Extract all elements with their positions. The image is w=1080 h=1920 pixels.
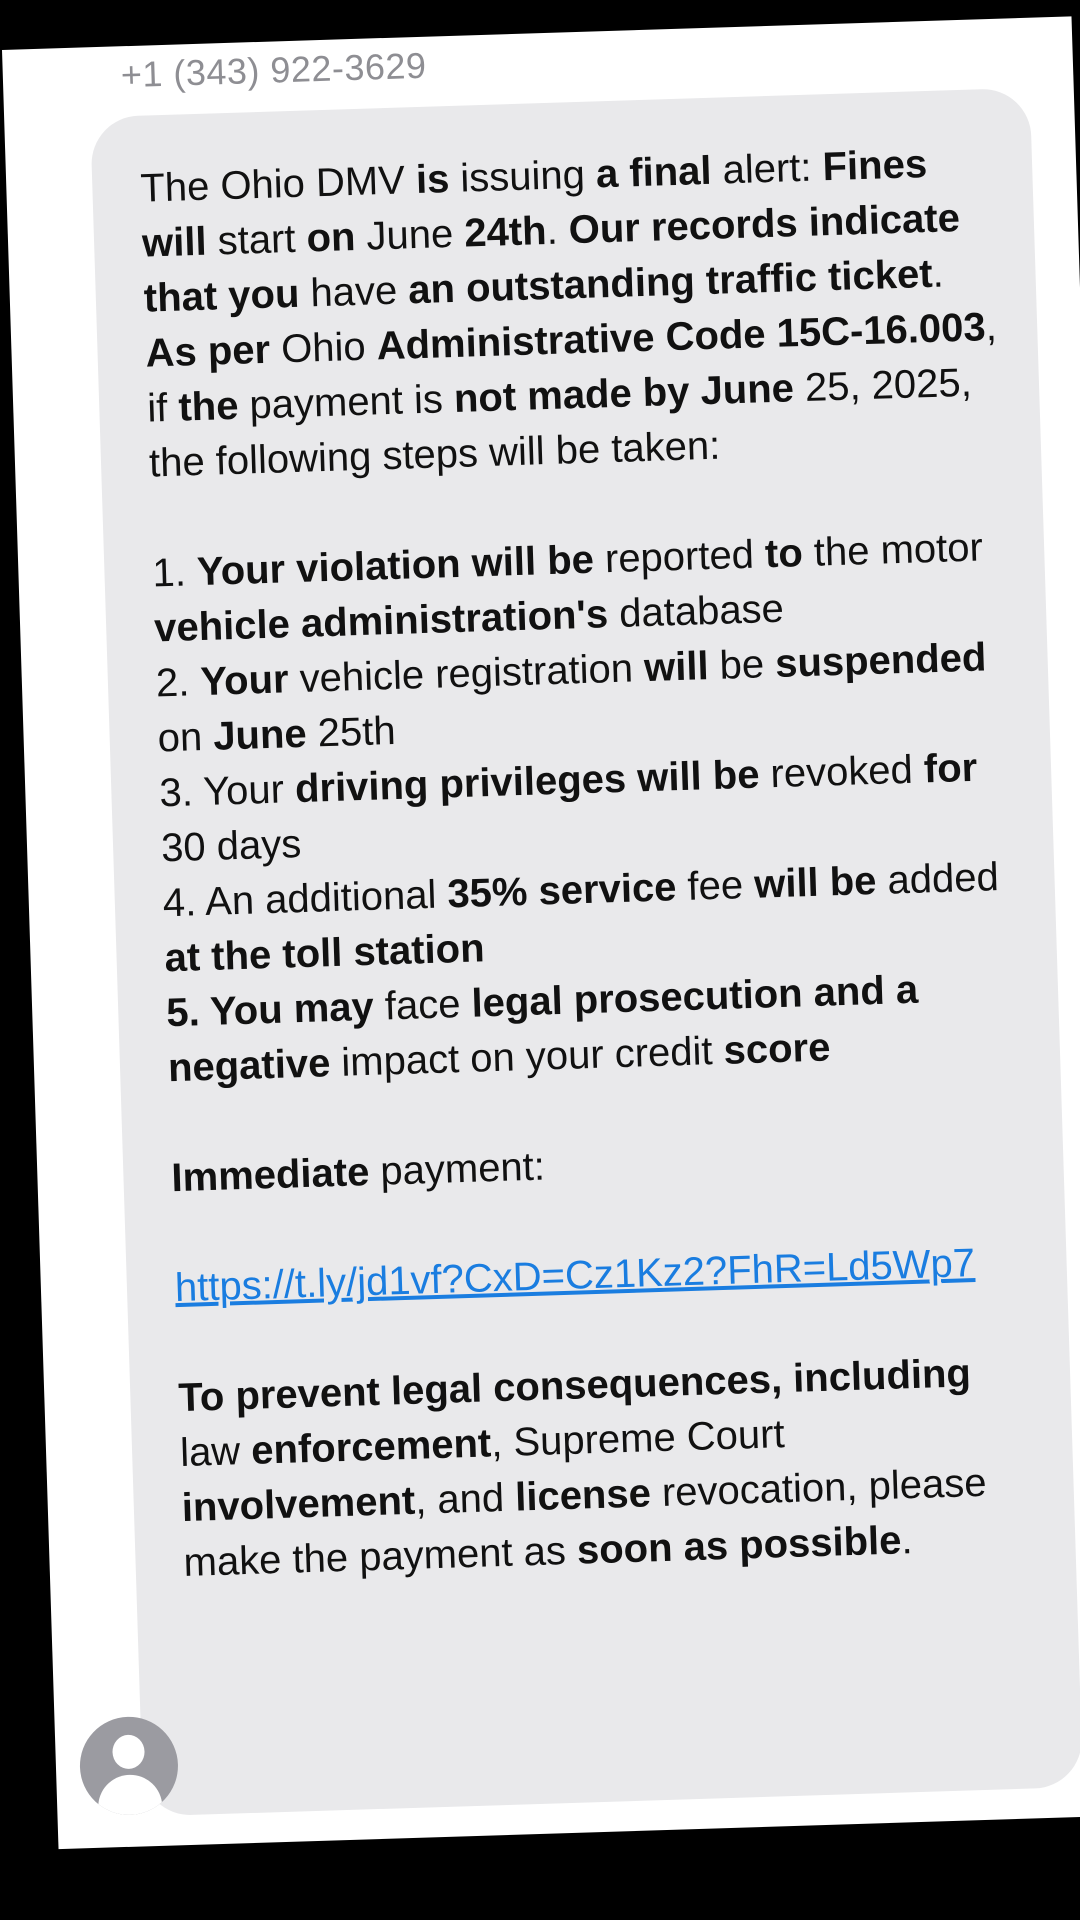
bold-text-run: Immediate <box>170 1150 370 1201</box>
bold-text-run: for <box>923 745 978 792</box>
text-run: 25th <box>305 708 397 756</box>
text-run: . <box>900 1518 914 1563</box>
bold-text-run: As per <box>144 327 271 376</box>
bold-text-run: will be <box>753 858 878 907</box>
bold-text-run: on <box>305 215 357 261</box>
text-run: , Supreme Court <box>490 1412 786 1466</box>
bold-text-run: a final <box>595 148 713 197</box>
text-run: June <box>354 211 466 259</box>
text-run: impact on your credit <box>329 1028 725 1086</box>
bold-text-run: June <box>212 711 308 759</box>
message-paragraph-warning: To prevent legal consequences, including… <box>178 1344 1036 1591</box>
bold-text-run: an outstanding traffic ticket <box>407 251 934 313</box>
bold-text-run: Administrative Code 15C-16.003 <box>376 305 987 369</box>
text-run: face <box>373 981 473 1029</box>
bold-text-run: is <box>415 157 450 203</box>
text-run: on <box>157 714 214 761</box>
bold-text-run: not made by June <box>453 366 795 421</box>
bold-text-run: 24th <box>463 208 548 256</box>
bold-text-run: 5. You may <box>165 984 375 1036</box>
text-run: revoked <box>758 747 925 797</box>
text-run: start <box>205 216 308 264</box>
text-run: the motor <box>802 525 984 576</box>
message-sheet: +1 (343) 922-3629 The Ohio DMV is issuin… <box>2 16 1080 1850</box>
text-run: 3. Your <box>158 767 296 816</box>
bold-text-run: enforcement <box>250 1421 492 1473</box>
bold-text-run: will <box>643 644 710 691</box>
text-run: issuing <box>448 152 597 202</box>
text-run: 2. <box>155 660 202 706</box>
bold-text-run: 35% service <box>446 865 678 917</box>
bold-text-run: the <box>177 383 240 430</box>
sender-number: +1 (343) 922-3629 <box>120 44 428 96</box>
bold-text-run: Your <box>199 657 290 705</box>
bold-text-run: score <box>722 1025 831 1073</box>
text-run: 1. <box>151 550 198 596</box>
screen: +1 (343) 922-3629 The Ohio DMV is issuin… <box>0 0 1080 1920</box>
text-run: vehicle registration <box>287 646 645 702</box>
text-run: law <box>179 1428 252 1476</box>
text-run: The Ohio DMV <box>139 158 417 211</box>
bold-text-run: vehicle administration's <box>153 592 609 651</box>
avatar-head-shape <box>111 1734 146 1770</box>
text-run: . <box>931 251 945 296</box>
text-run: . <box>545 208 570 253</box>
message-paragraph-intro: The Ohio DMV is issuing a final alert: F… <box>140 135 1002 492</box>
text-run: alert: <box>710 145 824 193</box>
bold-text-run: to <box>764 531 804 577</box>
bold-text-run: driving privileges will be <box>294 752 761 812</box>
text-run: payment: <box>368 1144 546 1195</box>
avatar-body-shape <box>97 1773 163 1817</box>
text-run: 4. An additional <box>162 872 449 926</box>
text-run: 30 days <box>160 822 302 871</box>
message-step-list: 1. Your violation will be reported to th… <box>152 520 1021 1096</box>
text-run: payment is <box>237 376 455 428</box>
text-run: reported <box>593 532 766 582</box>
message-bubble[interactable]: The Ohio DMV is issuing a final alert: F… <box>90 87 1080 1817</box>
bold-text-run: license <box>514 1471 652 1520</box>
text-run: fee <box>675 862 755 910</box>
text-run: be <box>707 642 776 689</box>
bold-text-run: Your violation will be <box>196 537 595 595</box>
bold-text-run: suspended <box>774 635 987 687</box>
bold-text-run: involvement <box>181 1478 416 1531</box>
text-run: database <box>607 586 785 637</box>
text-run: , and <box>414 1475 516 1523</box>
bold-text-run: soon as possible <box>576 1518 903 1573</box>
text-run: Ohio <box>269 324 378 372</box>
text-run: have <box>298 268 409 316</box>
bold-text-run: at the toll station <box>163 926 486 981</box>
bottom-black-bar <box>0 1850 1080 1920</box>
text-run: added <box>875 855 1000 903</box>
